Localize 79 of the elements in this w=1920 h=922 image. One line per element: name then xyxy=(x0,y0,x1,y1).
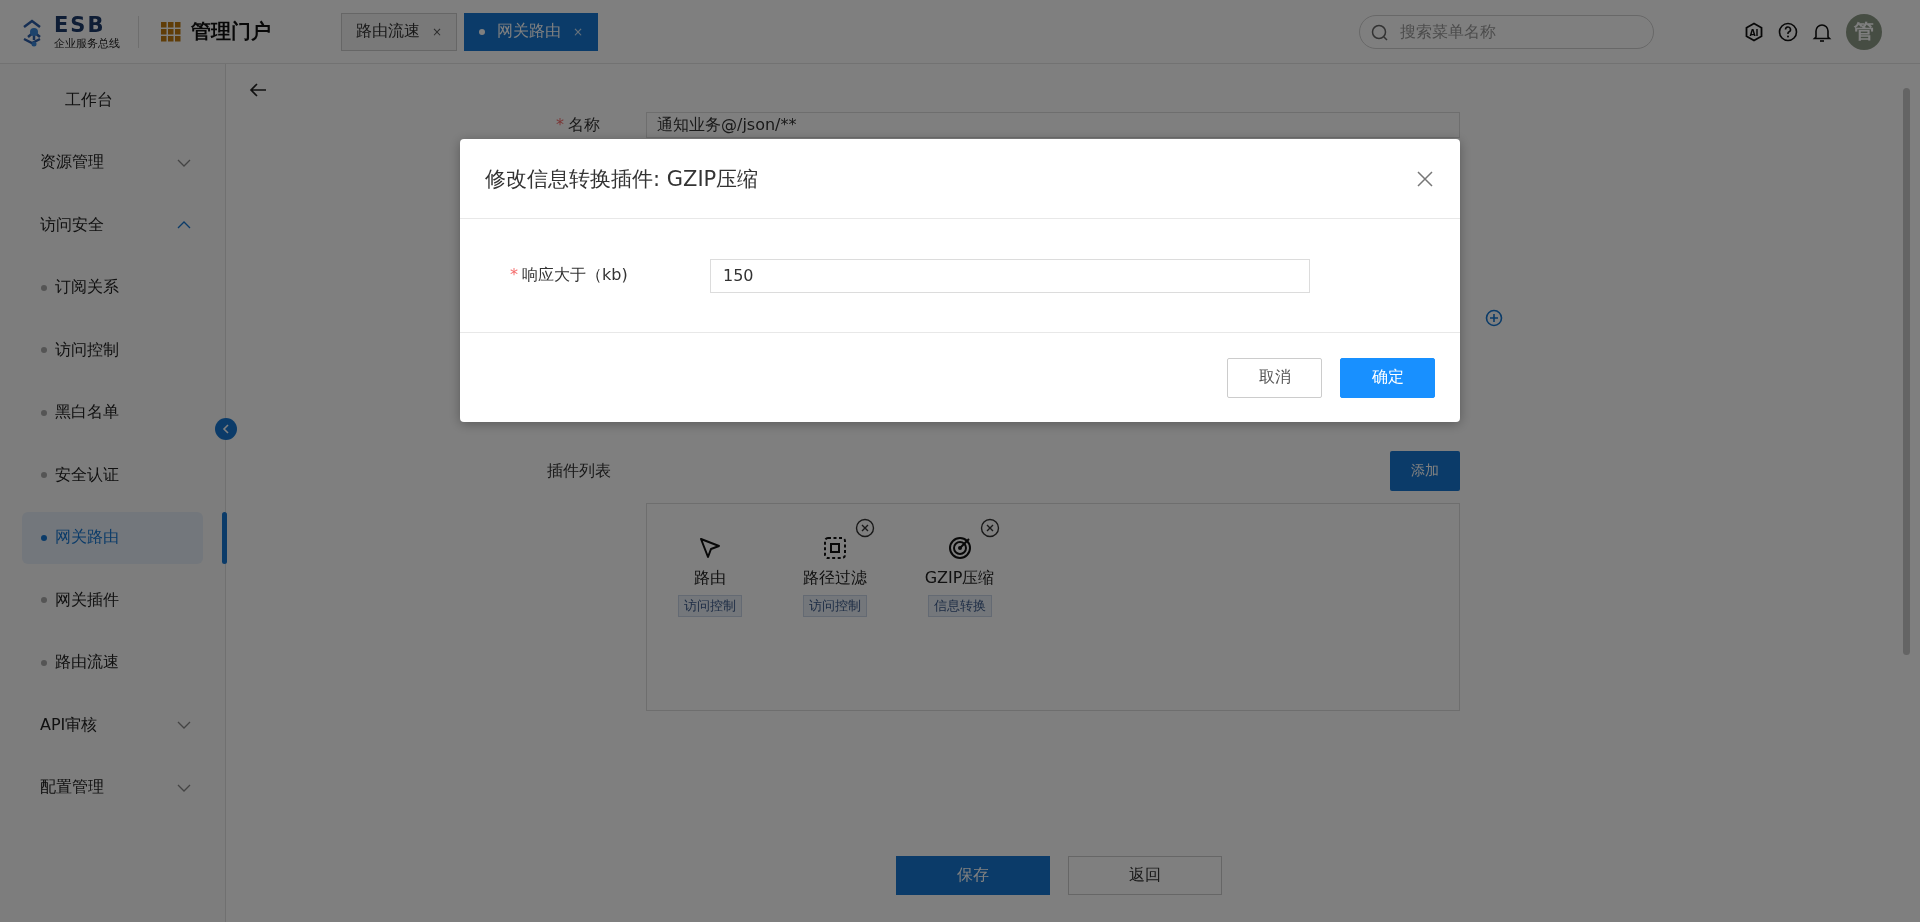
send-arrow-icon xyxy=(697,536,722,560)
help-icon[interactable] xyxy=(1778,21,1798,42)
plugin-card[interactable]: 路由 访问控制 xyxy=(647,518,772,617)
bell-icon[interactable] xyxy=(1812,21,1832,42)
cancel-button[interactable]: 取消 xyxy=(1227,357,1322,398)
dot-icon xyxy=(41,659,47,666)
plugin-tag: 访问控制 xyxy=(677,595,742,617)
item-label: 网关插件 xyxy=(55,589,119,611)
portal-title: 管理门户 xyxy=(191,18,271,45)
item-label: 路由流速 xyxy=(55,652,119,673)
item-label: 黑白名单 xyxy=(55,402,119,423)
sidebar-group[interactable]: 访问安全 xyxy=(0,194,225,257)
tab[interactable]: 网关路由 × xyxy=(464,12,599,51)
field-label: * 响应大于（kb) xyxy=(509,265,629,286)
sidebar-group[interactable]: 资源管理 xyxy=(0,131,225,194)
grid-icon xyxy=(161,21,181,42)
return-button[interactable]: 返回 xyxy=(1068,856,1222,895)
target-icon xyxy=(947,536,972,560)
group-label: 访问安全 xyxy=(40,214,104,236)
plugin-card[interactable]: GZIP压缩 信息转换 xyxy=(897,518,1022,617)
search-icon xyxy=(1371,23,1388,41)
collapse-button[interactable] xyxy=(215,418,237,440)
add-button[interactable]: 添加 xyxy=(1390,451,1460,491)
plugin-name: 路由 xyxy=(693,568,726,589)
name-field[interactable]: 通知业务@/json/** xyxy=(646,112,1460,138)
save-button[interactable]: 保存 xyxy=(896,856,1050,895)
item-label: 安全认证 xyxy=(55,464,119,486)
group-label: 资源管理 xyxy=(40,152,104,174)
remove-button[interactable] xyxy=(980,518,1000,538)
sidebar-group[interactable]: API审核 xyxy=(0,694,225,757)
item-label: 网关路由 xyxy=(55,527,119,548)
sidebar-item[interactable]: 订阅关系 xyxy=(22,261,203,314)
logo-subtitle: 企业服务总线 xyxy=(54,37,120,49)
plugin-name: GZIP压缩 xyxy=(924,568,995,589)
sidebar-item[interactable]: 路由流速 xyxy=(22,636,203,689)
group-label: 配置管理 xyxy=(40,777,104,799)
tab-label: 路由流速 xyxy=(356,21,420,42)
dot-icon xyxy=(41,472,47,478)
chevron-left-icon xyxy=(222,424,230,434)
close-icon xyxy=(980,518,1000,538)
input-field[interactable]: 150 xyxy=(710,258,1310,293)
section-label: 插件列表 xyxy=(547,460,611,482)
dot-icon xyxy=(41,284,47,291)
tab[interactable]: 路由流速 × xyxy=(341,12,458,51)
close-icon[interactable]: × xyxy=(573,24,584,39)
field-label: * 名称 xyxy=(555,114,601,136)
add-circle-icon[interactable] xyxy=(1485,309,1503,327)
sidebar-group[interactable]: 配置管理 xyxy=(0,756,225,819)
dot-icon xyxy=(479,28,486,35)
dot-icon xyxy=(41,409,47,416)
dot-icon xyxy=(41,534,47,541)
scrollbar[interactable] xyxy=(1902,88,1910,655)
close-icon xyxy=(1415,168,1435,189)
remove-button[interactable] xyxy=(855,518,875,538)
plugin-tag: 信息转换 xyxy=(927,595,992,617)
sidebar-item[interactable]: 黑白名单 xyxy=(22,386,203,439)
item-label: 访问控制 xyxy=(55,339,119,361)
dot-icon xyxy=(41,597,47,603)
dashed-square-icon xyxy=(822,536,847,560)
plugin-name: 路径过滤 xyxy=(802,568,867,589)
tab-label: 网关路由 xyxy=(497,21,562,42)
dialog-title: 修改信息转换插件: GZIP压缩 xyxy=(485,165,759,193)
sidebar-item[interactable]: 工作台 xyxy=(0,69,225,132)
plugin-card[interactable]: 路径过滤 访问控制 xyxy=(772,518,897,617)
ai-icon[interactable]: AI xyxy=(1744,21,1764,42)
sidebar-item[interactable]: 网关插件 xyxy=(22,574,203,626)
dot-icon xyxy=(41,347,47,353)
sidebar-item[interactable]: 网关路由 xyxy=(22,511,203,564)
item-label: 订阅关系 xyxy=(55,277,119,298)
confirm-button[interactable]: 确定 xyxy=(1340,357,1435,398)
sidebar-item[interactable]: 安全认证 xyxy=(22,449,203,501)
plugin-tag: 访问控制 xyxy=(802,595,867,617)
group-label: API审核 xyxy=(40,714,98,736)
logo-title: ESB xyxy=(54,14,107,36)
close-button[interactable] xyxy=(1415,168,1435,189)
sidebar-item[interactable]: 访问控制 xyxy=(22,324,203,376)
selection-bar xyxy=(222,511,227,564)
close-icon[interactable]: × xyxy=(432,24,443,39)
close-icon xyxy=(855,518,875,538)
